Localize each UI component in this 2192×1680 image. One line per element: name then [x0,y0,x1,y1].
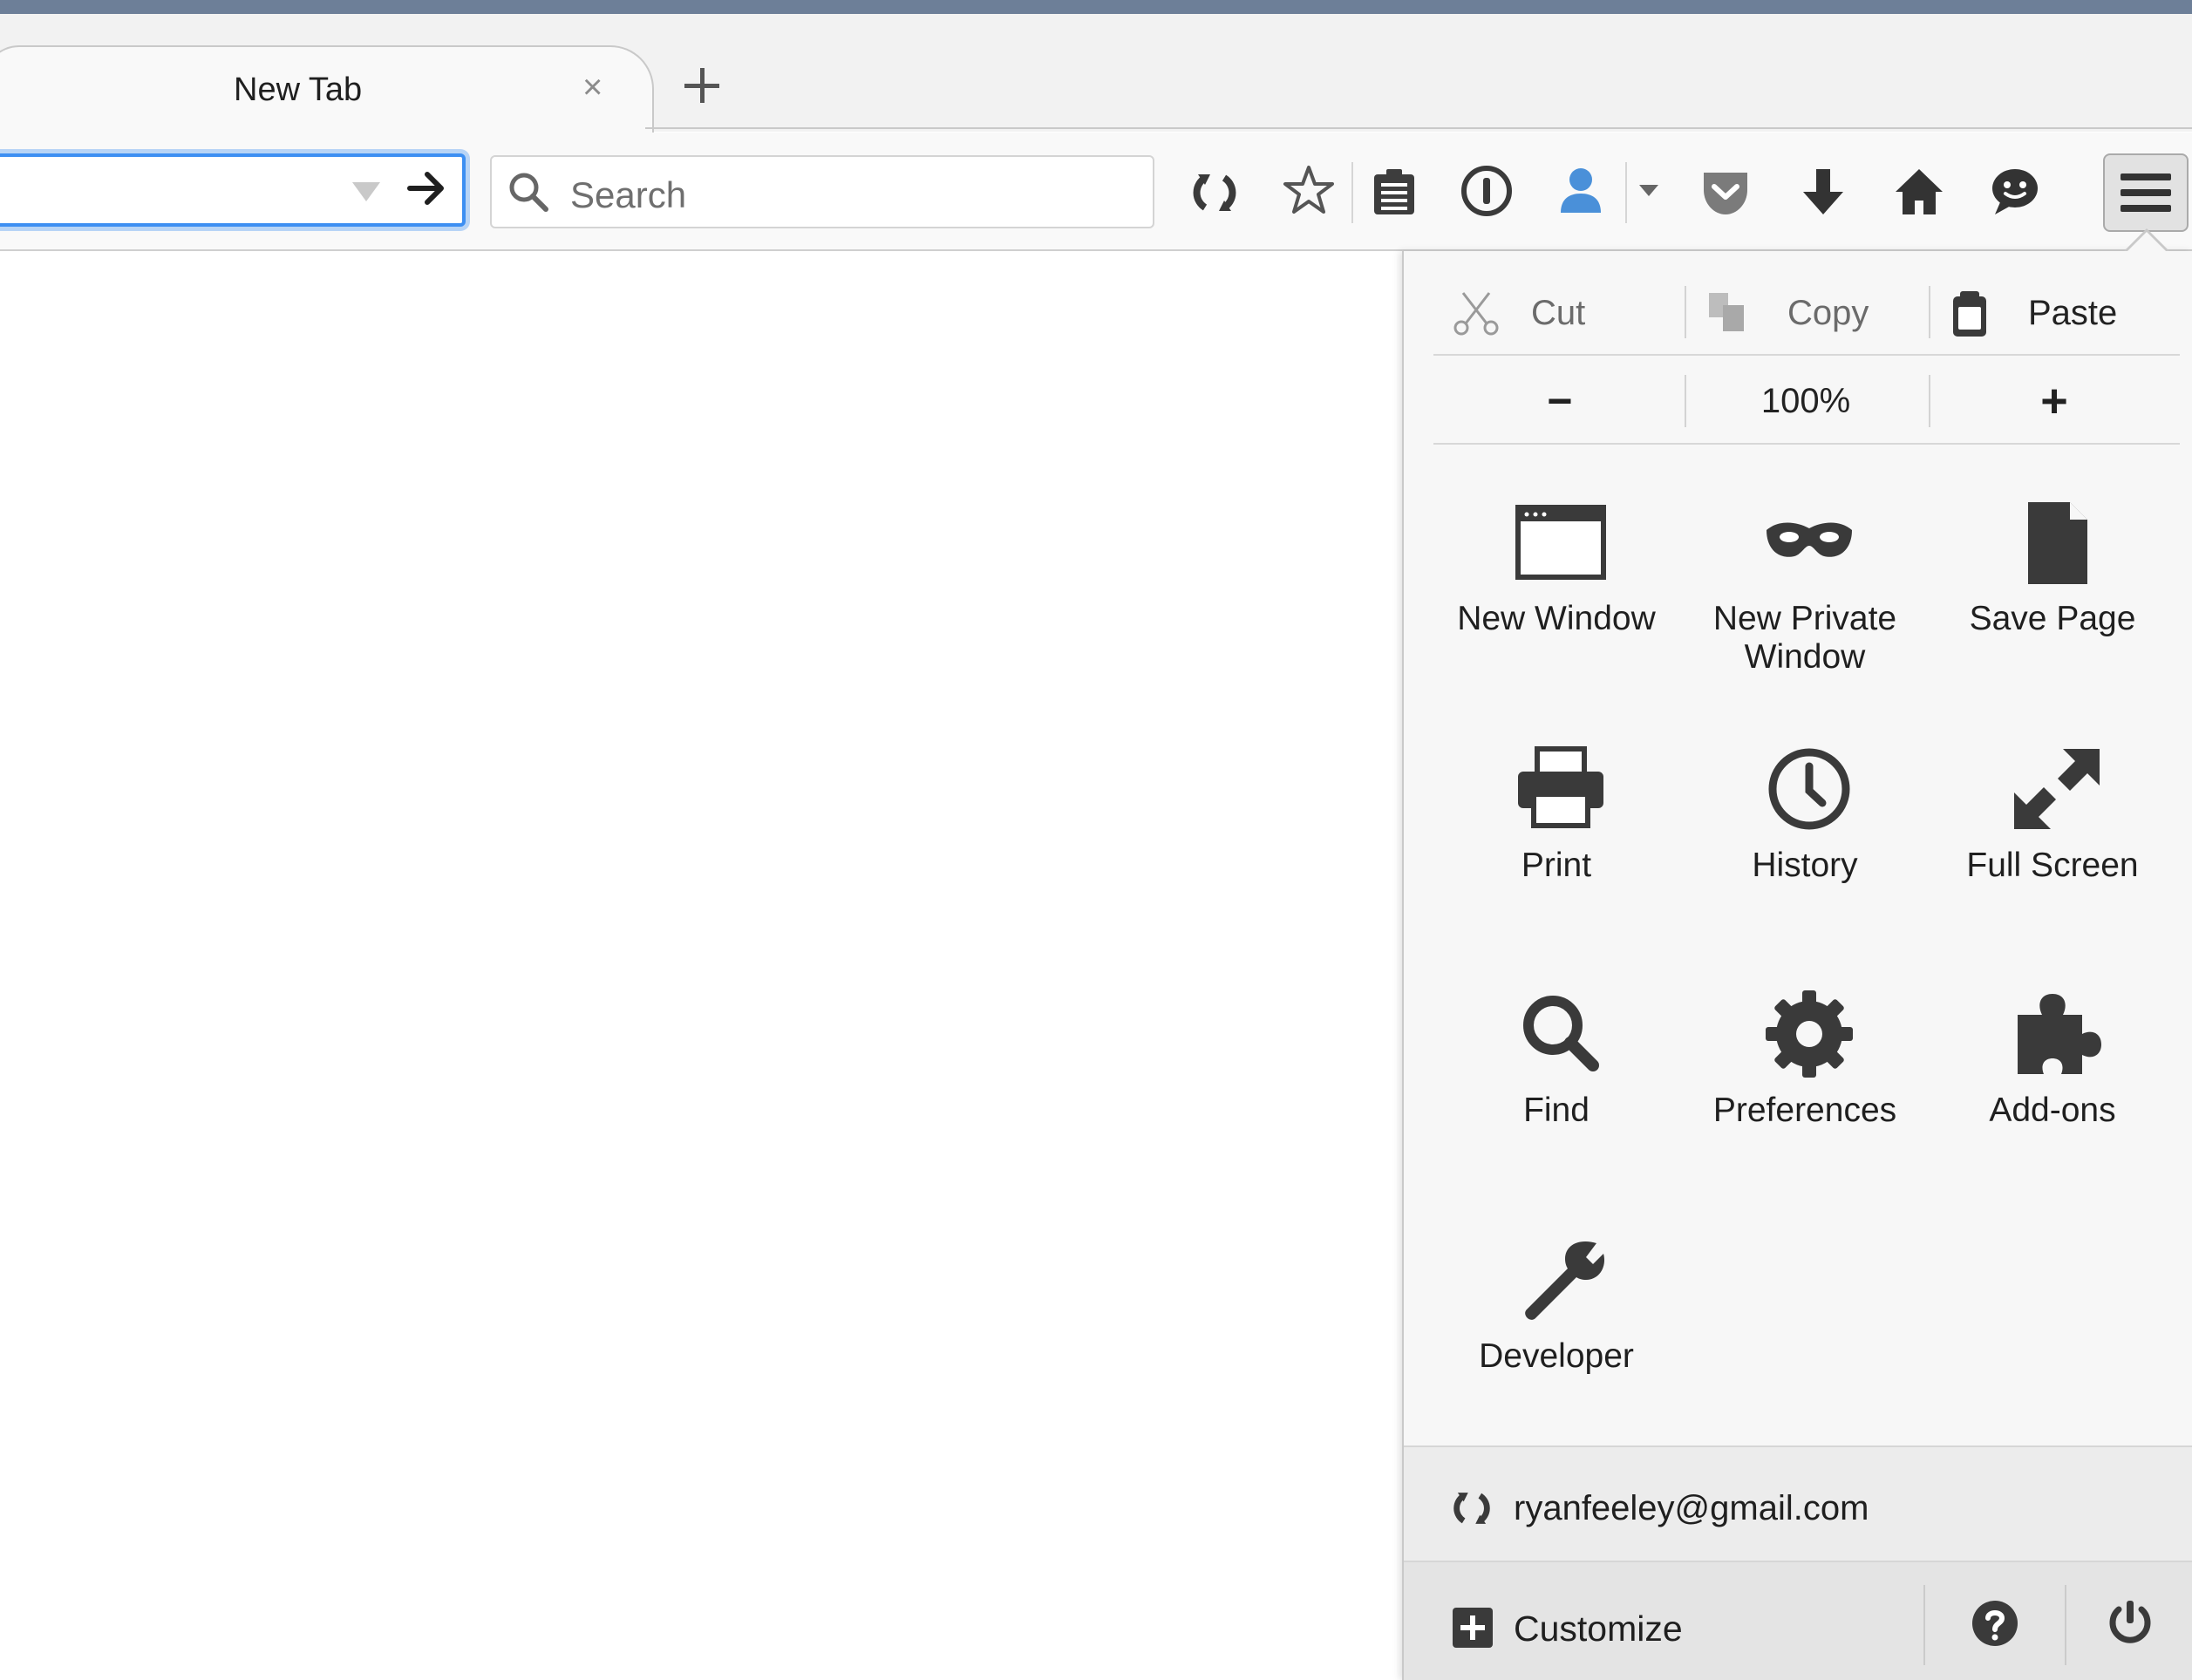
developer-button[interactable]: Developer [1433,1226,1680,1426]
zoom-separator [1929,375,1930,427]
paste-label: Paste [2028,293,2118,332]
copy-button[interactable]: Copy [1705,275,1869,350]
zoom-in-button[interactable]: + [1936,366,2173,436]
zoom-separator [1685,375,1686,427]
save-page-label: Save Page [1969,600,2136,637]
url-bar[interactable] [0,153,466,227]
copy-label: Copy [1787,293,1869,332]
go-arrow-icon[interactable] [405,166,450,211]
new-tab-button[interactable] [677,61,727,112]
window-icon [1515,505,1606,580]
search-placeholder[interactable]: Search [570,174,686,216]
zoom-grid-divider [1433,443,2180,445]
edit-separator [1929,286,1930,338]
chat-smiley-icon[interactable] [1986,162,2044,220]
account-person-icon[interactable] [1552,162,1610,220]
edit-zoom-divider [1433,354,2180,356]
preferences-label: Preferences [1712,1092,1897,1129]
new-private-window-button[interactable]: New Private Window [1681,488,1929,689]
new-window-button[interactable]: New Window [1433,488,1680,689]
toolbar-separator [1625,162,1627,223]
new-window-label: New Window [1457,600,1656,637]
url-history-dropdown-icon[interactable] [352,182,380,201]
account-email: ryanfeeley@gmail.com [1514,1489,1869,1527]
search-magnifier-icon [506,169,551,214]
save-page-icon [2028,502,2087,584]
customize-label: Customize [1514,1609,1683,1649]
edit-separator [1685,286,1686,338]
hamburger-icon [2121,173,2171,212]
printer-icon [1518,746,1603,828]
cut-label: Cut [1531,293,1586,332]
wrench-icon [1525,1241,1605,1320]
tab-title: New Tab [234,71,363,108]
zoom-reset-button[interactable]: 100% [1692,366,1920,436]
addons-label: Add-ons [1989,1092,2116,1129]
zoom-in-label: + [2040,375,2068,427]
customize-plus-icon [1451,1606,1494,1649]
gear-icon [1766,990,1853,1078]
zoom-level-label: 100% [1760,381,1851,420]
fullscreen-arrows-icon [2014,749,2100,829]
home-icon[interactable] [1890,164,1948,221]
print-button[interactable]: Print [1433,735,1680,935]
window-titlebar-strip [0,0,2192,14]
sync-icon [1447,1484,1496,1533]
find-magnifier-icon [1523,996,1599,1071]
account-dropdown-icon[interactable] [1639,185,1658,196]
bookmark-star-icon[interactable] [1280,162,1338,220]
private-mask-icon [1767,522,1852,557]
zoom-out-label: − [1547,377,1573,425]
sync-icon[interactable] [1186,164,1243,221]
pocket-icon[interactable] [1697,164,1754,221]
clipboard-icon [1953,291,1986,337]
quit-button[interactable] [2066,1562,2192,1680]
history-button[interactable]: History [1681,735,1929,935]
full-screen-label: Full Screen [1966,847,2139,884]
help-button[interactable] [1925,1562,2065,1680]
downloads-icon[interactable] [1794,164,1852,221]
save-page-button[interactable]: Save Page [1929,488,2176,689]
clock-history-icon [1768,748,1850,830]
print-label: Print [1521,847,1592,884]
history-label: History [1752,847,1858,884]
toolbar-separator [1351,162,1353,223]
password-manager-icon[interactable] [1458,162,1515,220]
paste-button[interactable]: Paste [1946,275,2117,350]
full-screen-button[interactable]: Full Screen [1929,735,2176,935]
scissors-icon [1453,292,1499,336]
addons-button[interactable]: Add-ons [1929,980,2176,1180]
new-private-window-label: New Private Window [1712,600,1897,676]
tab-close-icon[interactable]: × [582,68,602,107]
cut-button[interactable]: Cut [1451,275,1585,350]
help-question-icon [1972,1601,2018,1646]
copy-icon [1709,293,1744,331]
zoom-out-button[interactable]: − [1447,366,1672,436]
find-button[interactable]: Find [1433,980,1680,1180]
hamburger-menu-button[interactable] [2103,153,2189,232]
power-icon [2109,1601,2151,1643]
puzzle-piece-icon [2018,994,2101,1074]
tab-strip-divider [645,127,2192,129]
panel-arrow-fill [2126,232,2168,253]
developer-label: Developer [1479,1337,1634,1375]
bookmarks-menu-icon[interactable] [1365,164,1423,221]
preferences-button[interactable]: Preferences [1681,980,1929,1180]
find-label: Find [1523,1092,1590,1129]
